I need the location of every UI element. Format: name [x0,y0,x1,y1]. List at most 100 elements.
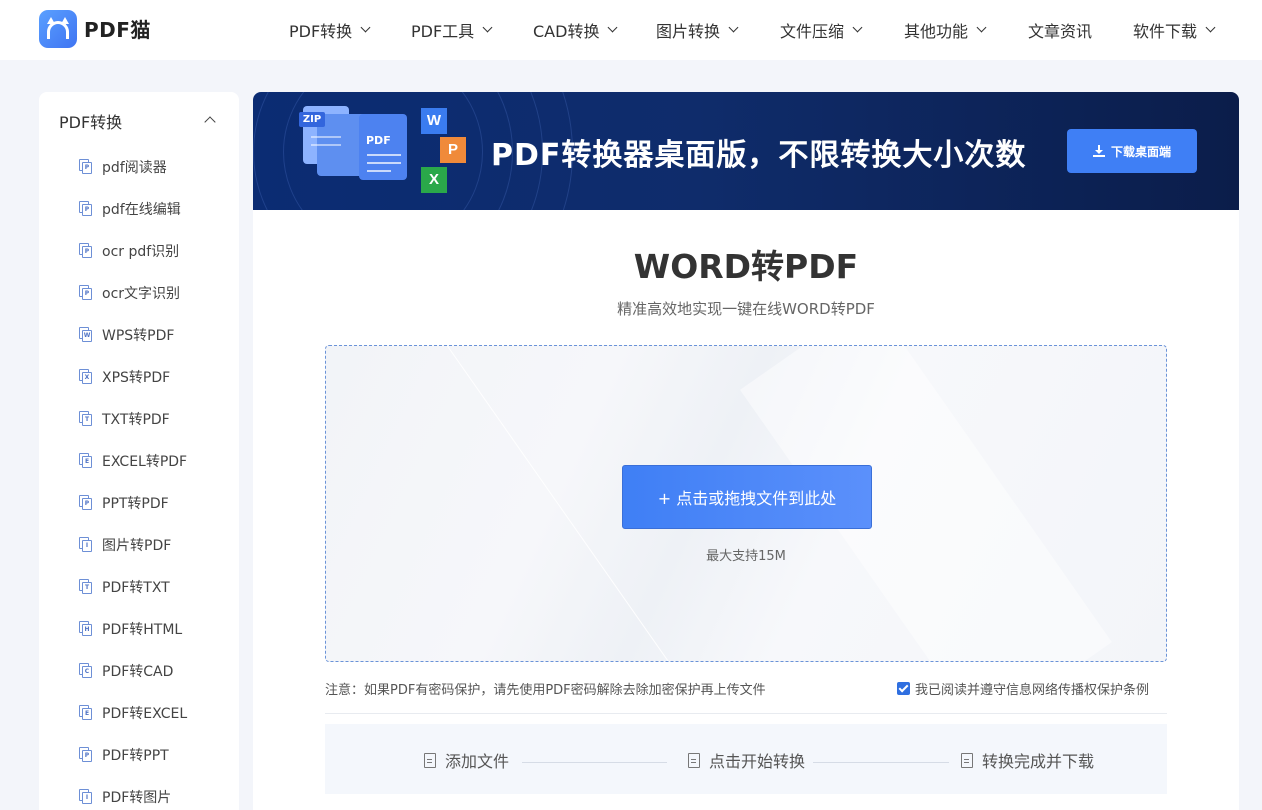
ppt-badge-icon: P [440,137,466,163]
word-badge-icon: W [421,108,447,134]
sidebar-item-label: pdf阅读器 [102,160,167,176]
sidebar-item-label: PDF转TXT [102,580,170,596]
size-limit-text: 最大支持15M [706,549,786,564]
sidebar-item-wps-to-pdf[interactable]: W WPS转PDF [79,324,174,346]
agreement: 我已阅读并遵守信息网络传播权保护条例 [897,679,1149,698]
sidebar-item-label: PPT转PDF [102,496,169,512]
sidebar-item-label: XPS转PDF [102,370,171,386]
chevron-down-icon [608,22,618,33]
txt-file-icon: T [79,411,93,427]
sidebar-item-pdf-reader[interactable]: Ppdf阅读器 [79,156,167,178]
sidebar-item-pdf-to-image[interactable]: I PDF转图片 [79,786,171,808]
xps-file-icon: X [79,369,93,385]
wps-file-icon: W [79,327,93,343]
step-connector [522,762,667,763]
step-label: 转换完成并下载 [982,752,1095,771]
sidebar-item-label: PDF转图片 [102,790,172,806]
top-header: PDF猫 PDF转换 PDF工具 CAD转换 图片转换 文件压缩 其他功能 文章… [0,0,1262,60]
nav-pdf-tools[interactable]: PDF工具 [411,0,493,60]
brand-name[interactable]: PDF猫 [84,14,151,43]
sidebar-item-ocr-text[interactable]: Pocr文字识别 [79,282,180,304]
page-subtitle: 精准高效地实现一键在线WORD转PDF [617,300,875,318]
step-download: 转换完成并下载 [961,748,1094,772]
document-icon [424,752,436,768]
download-icon [1092,145,1105,157]
nav-label: PDF工具 [411,22,475,41]
sidebar-item-label: EXCEL转PDF [102,454,188,470]
sidebar-item-pdf-to-txt[interactable]: T PDF转TXT [79,576,170,598]
step-add-file: 添加文件 [424,748,509,772]
zip-tag: ZIP [299,112,325,127]
step-start-convert: 点击开始转换 [688,748,805,772]
pdf-tag: PDF [366,134,391,147]
sidebar-item-label: ocr文字识别 [102,286,181,302]
sidebar-item-pdf-to-cad[interactable]: C PDF转CAD [79,660,173,682]
main-panel: ZIP PDF W P X PDF转换器桌面版，不限转换大小次数 下载桌面端 W… [253,92,1239,810]
excel-badge-icon: X [421,167,447,193]
nav-label: 文章资讯 [1028,22,1093,41]
step-label: 点击开始转换 [709,752,806,771]
upload-file-button[interactable]: + 点击或拖拽文件到此处 [622,465,872,529]
sidebar-item-label: pdf在线编辑 [102,202,181,218]
sidebar-item-pdf-online-edit[interactable]: Ppdf在线编辑 [79,198,181,220]
sidebar-item-pdf-to-ppt[interactable]: P PDF转PPT [79,744,169,766]
sidebar-item-label: ocr pdf识别 [102,244,180,260]
download-desktop-label: 下载桌面端 [1110,144,1171,159]
password-notice: 注意：如果PDF有密码保护，请先使用PDF密码解除去除加密保护再上传文件 [325,683,766,698]
sidebar-item-pdf-to-excel[interactable]: E PDF转EXCEL [79,702,187,724]
agree-checkbox[interactable] [897,682,910,695]
file-icon: P [79,285,93,301]
logo-icon[interactable] [39,10,77,48]
ppt-file-icon: P [79,747,93,763]
sidebar-item-label: PDF转EXCEL [102,706,188,722]
file-icon: P [79,243,93,259]
sidebar-item-ppt-to-pdf[interactable]: P PPT转PDF [79,492,169,514]
document-icon [961,752,973,768]
file-icon: P [79,159,93,175]
sidebar-item-label: PDF转HTML [102,622,183,638]
chevron-down-icon [482,22,493,33]
nav-label: CAD转换 [533,22,600,41]
excel-file-icon: E [79,453,93,469]
nav-other-features[interactable]: 其他功能 [904,0,987,60]
promo-banner[interactable]: ZIP PDF W P X PDF转换器桌面版，不限转换大小次数 下载桌面端 [253,92,1239,210]
chevron-down-icon [852,22,863,33]
sidebar-item-label: PDF转PPT [102,748,169,764]
sidebar-item-pdf-to-html[interactable]: H PDF转HTML [79,618,182,640]
nav-file-compress[interactable]: 文件压缩 [780,0,863,60]
nav-label: 文件压缩 [780,22,845,41]
sidebar-item-xps-to-pdf[interactable]: X XPS转PDF [79,366,170,388]
chevron-up-icon[interactable] [204,116,216,128]
sidebar-item-label: TXT转PDF [102,412,170,428]
chevron-down-icon [1205,22,1216,33]
document-icon [688,752,700,768]
chevron-down-icon [728,22,739,33]
ppt-file-icon: P [79,495,93,511]
step-label: 添加文件 [445,752,510,771]
file-dropzone[interactable]: + 点击或拖拽文件到此处 最大支持15M [325,345,1167,662]
nav-image-convert[interactable]: 图片转换 [656,0,739,60]
step-connector [813,762,949,763]
banner-title: PDF转换器桌面版，不限转换大小次数 [491,138,1027,173]
agree-label[interactable]: 我已阅读并遵守信息网络传播权保护条例 [915,679,1149,698]
nav-pdf-convert[interactable]: PDF转换 [289,0,371,60]
sidebar-item-label: PDF转CAD [102,664,174,680]
nav-cad-convert[interactable]: CAD转换 [533,0,618,60]
sidebar-item-txt-to-pdf[interactable]: T TXT转PDF [79,408,170,430]
cad-file-icon: C [79,663,93,679]
sidebar-item-excel-to-pdf[interactable]: E EXCEL转PDF [79,450,187,472]
sidebar: PDF转换 Ppdf阅读器 Ppdf在线编辑 Pocr pdf识别 Pocr文字… [39,92,239,810]
sidebar-item-image-to-pdf[interactable]: I 图片转PDF [79,534,171,556]
nav-software-download[interactable]: 软件下载 [1133,0,1216,60]
nav-label: PDF转换 [289,22,353,41]
download-desktop-button[interactable]: 下载桌面端 [1067,129,1197,173]
sidebar-title[interactable]: PDF转换 [59,109,122,133]
nav-label: 其他功能 [904,22,969,41]
sidebar-item-label: 图片转PDF [102,538,172,554]
html-file-icon: H [79,621,93,637]
sidebar-item-ocr-pdf[interactable]: Pocr pdf识别 [79,240,179,262]
divider [325,713,1167,714]
nav-articles[interactable]: 文章资讯 [1028,0,1092,60]
excel-file-icon: E [79,705,93,721]
sidebar-item-label: WPS转PDF [102,328,175,344]
